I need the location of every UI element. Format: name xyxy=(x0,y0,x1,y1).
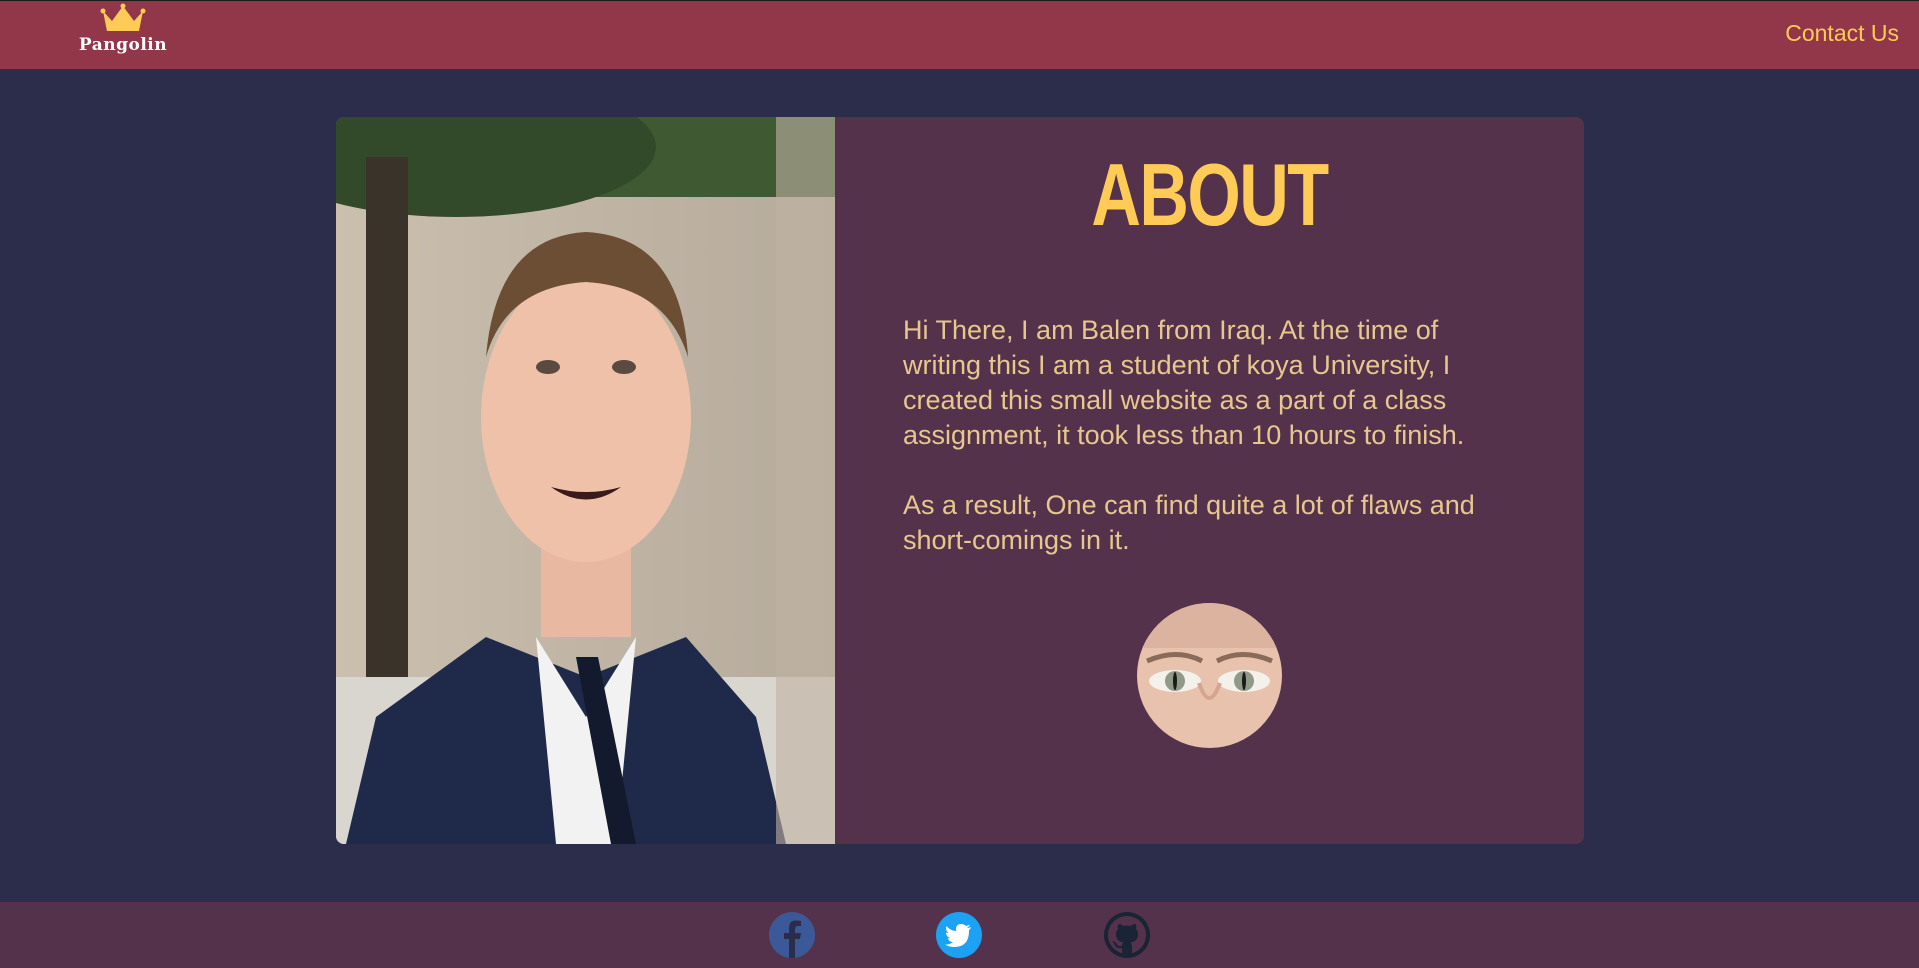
about-heading: ABOUT xyxy=(1091,145,1329,244)
about-paragraph: As a result, One can find quite a lot of… xyxy=(903,490,1475,555)
logo[interactable]: Pangolin xyxy=(78,3,168,63)
about-text: Hi There, I am Balen from Iraq. At the t… xyxy=(903,313,1523,593)
twitter-icon[interactable] xyxy=(936,912,982,958)
footer xyxy=(0,902,1919,968)
logo-text: Pangolin xyxy=(78,35,168,55)
crown-icon xyxy=(100,3,146,31)
facebook-icon[interactable] xyxy=(769,912,815,958)
contact-us-link[interactable]: Contact Us xyxy=(1785,20,1899,47)
portrait-photo xyxy=(336,117,835,844)
about-paragraph: Hi There, I am Balen from Iraq. At the t… xyxy=(903,315,1465,450)
about-card: ABOUT Hi There, I am Balen from Iraq. At… xyxy=(336,117,1584,844)
top-navbar: Pangolin Contact Us xyxy=(0,0,1919,69)
eyes-avatar xyxy=(1137,603,1282,748)
github-icon[interactable] xyxy=(1104,912,1150,958)
